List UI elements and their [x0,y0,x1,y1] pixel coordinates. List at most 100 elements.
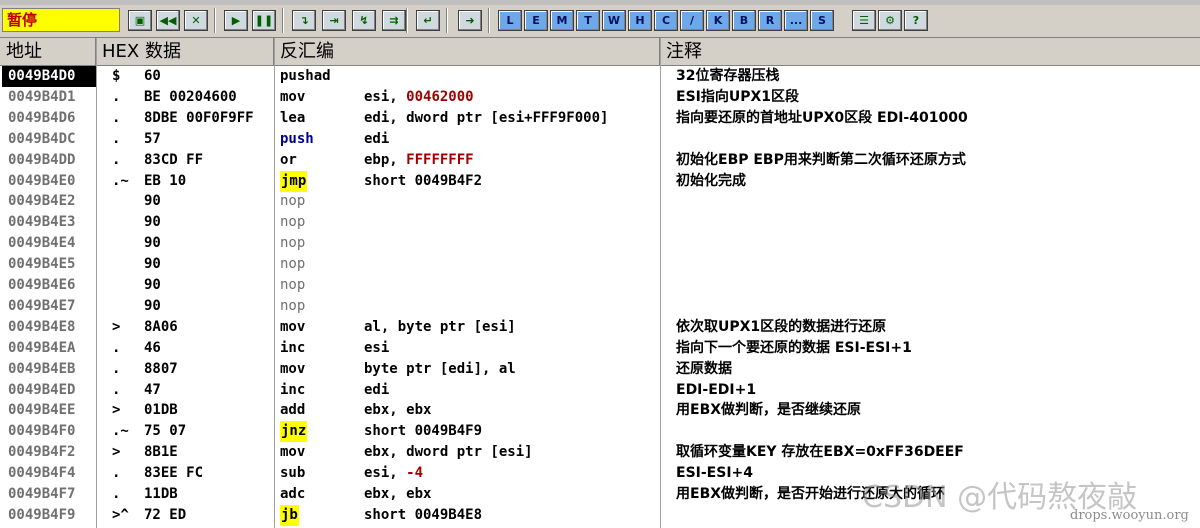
operand-text: esi, [364,88,407,105]
hex-cell: 46 [144,339,161,356]
address-cell: 0049B4F2 [8,444,76,461]
watermark-site: drops.wooyun.org [1070,508,1189,523]
comment-cell: 初始化完成 [676,172,746,189]
operand-text: edi [364,381,390,398]
operand-text: short 0049B4F2 [364,172,483,189]
window-button-0[interactable]: L [498,10,522,31]
address-cell: 0049B4D1 [8,88,76,105]
table-row[interactable]: 0049B4E0 .~ EB 10 jmp short 0049B4F2 初始化完成 [0,170,1200,192]
go-to-icon[interactable]: ➜ [458,10,482,31]
execute-till-return-icon[interactable]: ↵ [416,10,440,31]
jump-marker: . [112,88,121,105]
table-row[interactable]: 0049B4D0 $60 pushad 32位寄存器压栈 [0,66,1200,87]
list-icon[interactable]: ☰ [852,10,876,31]
jump-marker: . [112,381,121,398]
mnemonic-cell: mov [280,360,306,377]
toolbar-separator [214,8,216,33]
trace-over-icon[interactable]: ⇉ [382,10,406,31]
col-address-header[interactable]: 地址 [0,38,96,65]
operand-text: ebx, ebx [364,486,432,502]
operand-text: byte ptr [edi], al [364,360,516,377]
mnemonic-cell: pushad [280,68,331,84]
hex-cell: 01DB [144,402,178,419]
step-over-icon[interactable]: ⇥ [322,10,346,31]
hex-cell: 47 [144,381,161,398]
window-button-2[interactable]: M [550,10,574,31]
hex-cell: 90 [144,297,161,314]
step-into-icon[interactable]: ↴ [292,10,316,31]
close-icon[interactable]: ✕ [184,10,208,31]
window-button-5[interactable]: H [628,10,652,31]
table-row[interactable]: 0049B4EB. 8807 mov byte ptr [edi], al 还原数据 [0,359,1200,380]
toolbar-separator [406,8,408,33]
address-cell: 0049B4EE [8,402,76,419]
window-button-12[interactable]: S [810,10,834,31]
window-button-4[interactable]: W [602,10,626,31]
address-cell: 0049B4EB [8,360,76,377]
table-row[interactable]: 0049B4E2 90 nop [0,191,1200,212]
operand-number: FFFFFFFF [406,151,474,168]
hex-cell: 60 [144,68,161,84]
table-row[interactable]: 0049B4E4 90 nop [0,233,1200,254]
operand-text: ebx, dword ptr [esi] [364,444,533,461]
table-row[interactable]: 0049B4E7 90 nop [0,296,1200,317]
column-header: 地址 HEX 数据 反汇编 注释 [0,38,1200,66]
jump-marker: > [112,402,121,419]
window-button-6[interactable]: C [654,10,678,31]
window-button-10[interactable]: R [758,10,782,31]
table-row[interactable]: 0049B4D1. BE 00204600 mov esi, 00462000 ESI指… [0,87,1200,108]
mnemonic-cell: push [280,130,314,147]
options-icon[interactable]: ⚙ [878,10,902,31]
table-row[interactable]: 0049B4DD. 83CD FF or ebp, FFFFFFFF 初始化EBP EB… [0,150,1200,171]
address-cell: 0049B4E4 [8,235,76,252]
table-row[interactable]: 0049B4D6. 8DBE 00F0F9FF lea edi, dword ptr … [0,108,1200,129]
table-row[interactable]: 0049B4E5 90 nop [0,254,1200,275]
address-cell: 0049B4D6 [8,109,76,126]
window-button-9[interactable]: B [732,10,756,31]
menu-strip [0,0,1200,5]
table-row[interactable]: 0049B4F0 .~ 75 07 jnz short 0049B4F9 [0,421,1200,443]
play-icon[interactable]: ▶ [224,10,248,31]
table-row[interactable]: 0049B4EE >01DB add ebx, ebx 用EBX做判断，是否继续还原 [0,400,1200,421]
table-row[interactable]: 0049B4DC. 57 push edi [0,129,1200,150]
window-button-3[interactable]: T [576,10,600,31]
window-button-8[interactable]: K [706,10,730,31]
address-cell: 0049B4E0 [8,172,76,189]
address-cell: 0049B4DD [8,151,76,168]
address-cell: 0049B4E2 [8,193,76,210]
table-row[interactable]: 0049B4E3 90 nop [0,212,1200,233]
col-comment-header[interactable]: 注释 [660,38,1200,65]
table-row[interactable]: 0049B4E8 >8A06 mov al, byte ptr [esi] 依次取UPX… [0,317,1200,338]
operand-cell [364,275,656,296]
col-disasm-header[interactable]: 反汇编 [274,38,660,65]
rewind-icon[interactable]: ◀◀ [156,10,180,31]
open-icon[interactable]: ▣ [128,10,152,31]
comment-cell: 指向下一个要还原的数据 ESI-ESI+1 [676,339,912,356]
table-row[interactable]: 0049B4ED. 47 inc edi EDI-EDI+1 [0,380,1200,401]
disassembly-listing: 0049B4D0 $60 pushad 32位寄存器压栈 0049B4D1. BE 002… [0,66,1200,528]
operand-text: short 0049B4E8 [364,506,483,523]
toolbar-separator [282,8,284,33]
table-row[interactable]: 0049B4EA. 46 inc esi 指向下一个要还原的数据 ESI-ESI+1 [0,338,1200,359]
operand-cell: esi, 00462000 [364,87,656,108]
window-button-7[interactable]: / [680,10,704,31]
table-row[interactable]: 0049B4E6 90 nop [0,275,1200,296]
col-hex-header[interactable]: HEX 数据 [96,38,274,65]
jump-marker: . [112,130,121,147]
window-button-1[interactable]: E [524,10,548,31]
help-icon[interactable]: ? [904,10,928,31]
hex-cell: BE 00204600 [144,88,237,105]
operand-cell: short 0049B4F9 [364,421,656,442]
pause-icon[interactable]: ❚❚ [252,10,276,31]
comment-cell [676,129,1196,150]
address-cell: 0049B4ED [8,381,76,398]
trace-into-icon[interactable]: ↯ [352,10,376,31]
operand-cell: short 0049B4E8 [364,505,656,526]
address-cell: 0049B4F7 [8,486,76,502]
table-row[interactable]: 0049B4F2 >8B1E mov ebx, dword ptr [esi] 取循环变… [0,442,1200,463]
window-button-11[interactable]: ... [784,10,808,31]
hex-cell: 8A06 [144,318,178,335]
address-cell: 0049B4E6 [8,277,76,293]
mnemonic-cell: nop [280,214,306,231]
operand-cell [364,233,656,254]
